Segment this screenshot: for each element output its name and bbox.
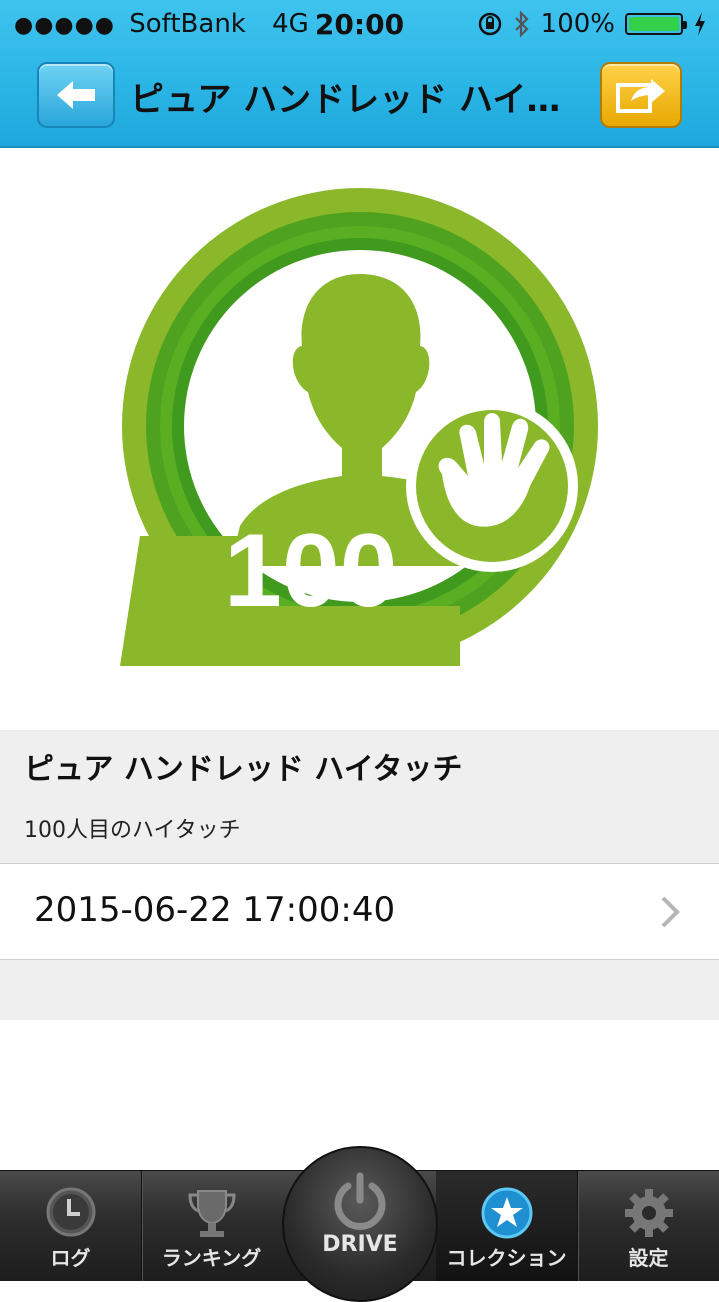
collection-badge: 100 [120,188,598,666]
power-icon [334,1172,386,1230]
page-title: ピュア ハンドレッド ハイ… [130,80,561,120]
clock-icon [46,1187,95,1237]
gear-icon [624,1189,673,1237]
hand-icon [406,400,578,572]
drive-button[interactable]: DRIVE [282,1146,438,1302]
tab-settings[interactable]: 設定 [578,1171,719,1281]
bluetooth-icon [514,10,529,38]
collection-description: 100人目のハイタッチ [24,818,241,843]
back-button[interactable] [37,62,115,128]
battery-percent: 100% [540,9,615,39]
tab-label: DRIVE [322,1232,398,1257]
collection-info: ピュア ハンドレッド ハイタッチ 100人目のハイタッチ [0,730,719,864]
left-arrow-icon [57,81,95,109]
tab-label: ログ [50,1246,91,1270]
badge-number: 100 [224,513,398,629]
chevron-right-icon [661,896,680,928]
date-row[interactable]: 2015-06-22 17:00:40 [0,864,719,960]
top-bar: ●●●●● SoftBank 4G 20:00 100% ピュア ハンドレッド … [0,0,719,148]
status-bar: ●●●●● SoftBank 4G 20:00 100% [0,0,719,48]
status-right: 100% [477,9,707,39]
achieved-date: 2015-06-22 17:00:40 [34,890,396,930]
trophy-icon [187,1190,236,1237]
share-arrow-icon [616,79,665,113]
section-spacer [0,960,719,1020]
tab-label: 設定 [628,1246,669,1270]
tab-label: ランキング [161,1246,262,1270]
tab-label: コレクション [446,1246,567,1270]
tab-ranking[interactable]: ランキング [141,1171,282,1281]
collection-name: ピュア ハンドレッド ハイタッチ [24,752,463,787]
share-button[interactable] [600,62,682,128]
star-icon [481,1187,532,1239]
tab-log[interactable]: ログ [0,1171,142,1281]
rotation-lock-icon [478,12,501,36]
battery-icon [625,13,687,35]
navigation-bar: ピュア ハンドレッド ハイ… [0,48,719,146]
charging-icon [695,12,705,36]
tab-collection[interactable]: コレクション [436,1171,578,1281]
